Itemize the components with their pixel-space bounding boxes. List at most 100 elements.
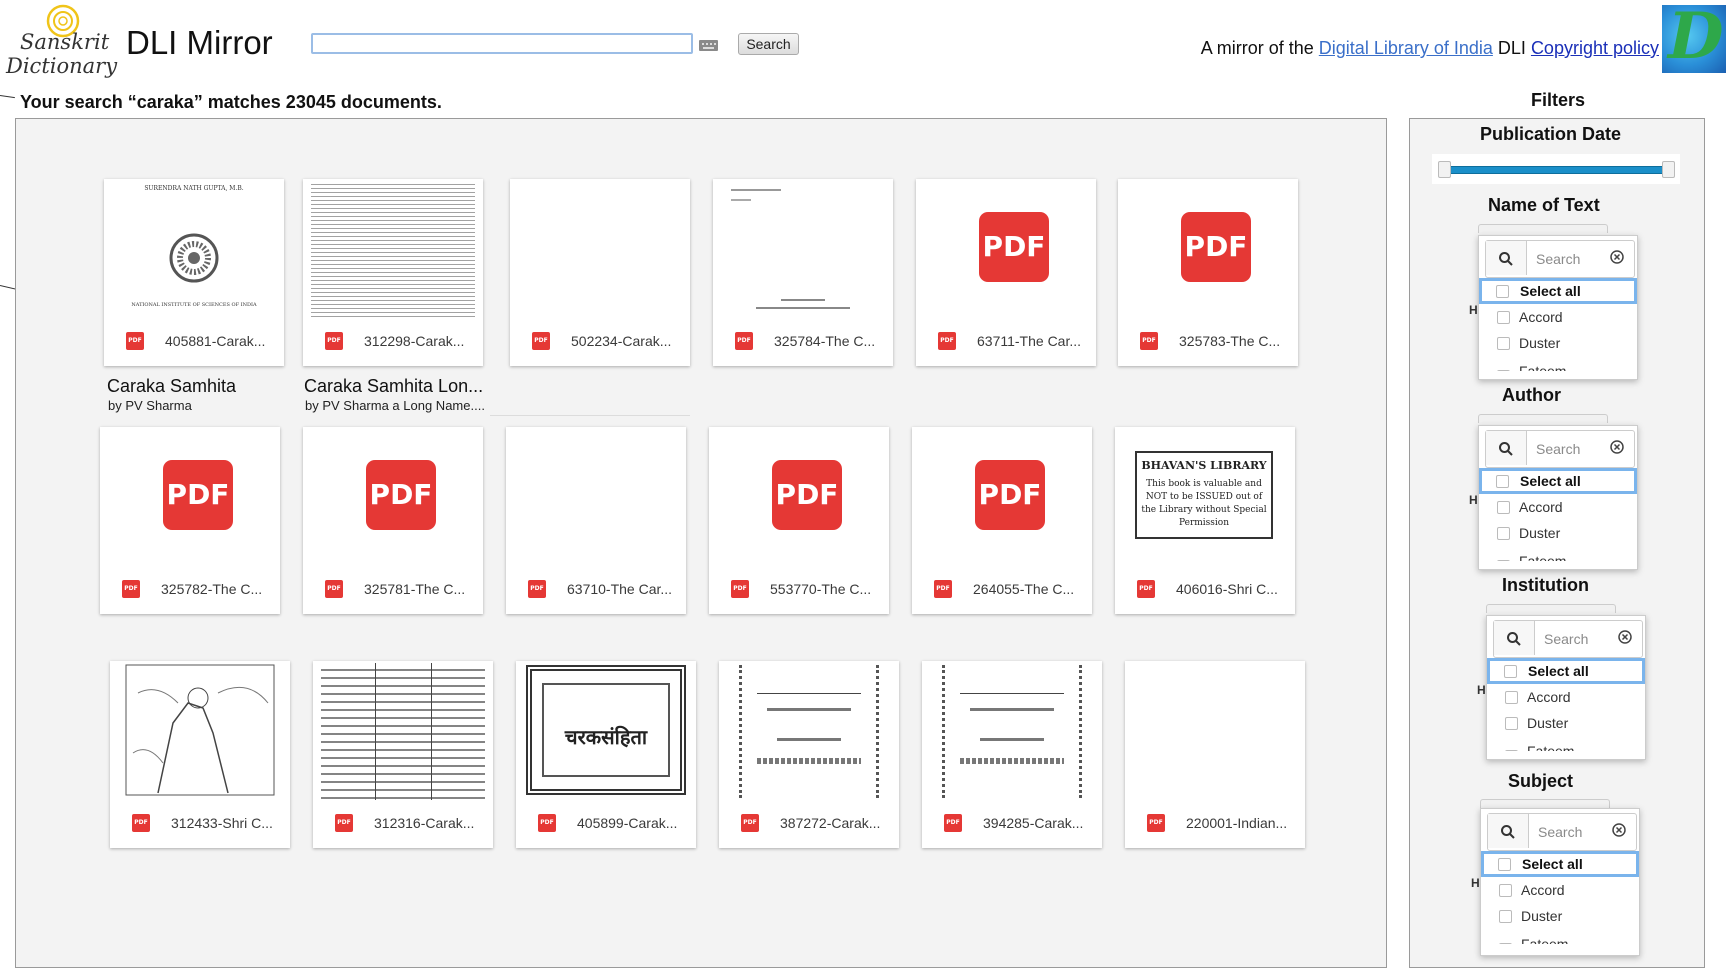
checkbox[interactable]	[1496, 475, 1509, 488]
checkbox[interactable]	[1504, 665, 1517, 678]
result-card[interactable]: PDF 502234-Carak...	[510, 179, 690, 366]
result-card[interactable]: PDF 312298-Carak...	[303, 179, 483, 366]
dropdown-toggle[interactable]	[1480, 799, 1610, 808]
option-duster[interactable]: Duster	[1489, 710, 1643, 736]
checkbox[interactable]	[1497, 337, 1510, 350]
checkbox[interactable]	[1497, 501, 1510, 514]
option-accord[interactable]: Accord	[1481, 494, 1635, 520]
option-accord[interactable]: Accord	[1489, 684, 1643, 710]
result-card[interactable]: PDF 312316-Carak...	[313, 661, 493, 848]
pdf-large-icon: PDF	[163, 460, 233, 530]
option-fateem[interactable]: Fateem	[1483, 936, 1637, 944]
checkbox[interactable]	[1498, 858, 1511, 871]
option-select-all[interactable]: Select all	[1479, 278, 1637, 304]
result-card[interactable]: PDF 394285-Carak...	[922, 661, 1102, 848]
checkbox[interactable]	[1496, 285, 1509, 298]
slider-handle-max[interactable]	[1662, 161, 1675, 178]
card-label[interactable]: 312433-Shri C...	[171, 814, 287, 832]
card-label[interactable]: 325782-The C...	[161, 580, 277, 598]
result-card[interactable]: SURENDRA NATH GUPTA, M.B. NATIONAL INSTI…	[104, 179, 284, 366]
option-fateem[interactable]: Fateem	[1489, 743, 1643, 751]
option-fateem[interactable]: Fateem	[1481, 553, 1635, 561]
result-card[interactable]: PDF 387272-Carak...	[719, 661, 899, 848]
clear-icon[interactable]	[1618, 630, 1632, 644]
card-label[interactable]: 405881-Carak...	[165, 332, 281, 350]
result-card[interactable]: चरकसंहिता PDF 405899-Carak...	[516, 661, 696, 848]
card-label[interactable]: 312316-Carak...	[374, 814, 490, 832]
emblem-bottom-text: NATIONAL INSTITUTE OF SCIENCES OF INDIA	[131, 302, 257, 308]
option-duster[interactable]: Duster	[1481, 330, 1635, 356]
card-label[interactable]: 325781-The C...	[364, 580, 480, 598]
option-fateem[interactable]: Fateem	[1481, 363, 1635, 371]
dli-logo[interactable]: D	[1662, 0, 1726, 74]
result-card[interactable]: PDF PDF 325782-The C...	[100, 427, 280, 614]
checkbox[interactable]	[1505, 717, 1518, 730]
option-select-all[interactable]: Select all	[1487, 658, 1645, 684]
sanskrit-dictionary-logo[interactable]: Sanskrit Dictionary	[4, 2, 117, 78]
card-label[interactable]: 264055-The C...	[973, 580, 1089, 598]
result-card[interactable]: PDF 312433-Shri C...	[110, 661, 290, 848]
option-duster[interactable]: Duster	[1481, 520, 1635, 546]
result-card[interactable]: PDF 325784-The C...	[713, 179, 893, 366]
dropdown-toggle[interactable]	[1478, 224, 1608, 233]
thumbnail-pdf: PDF	[311, 429, 475, 566]
option-select-all[interactable]: Select all	[1479, 468, 1637, 494]
card-label[interactable]: 502234-Carak...	[571, 332, 687, 350]
checkbox[interactable]	[1499, 943, 1512, 944]
search-placeholder[interactable]: Search	[1538, 824, 1582, 840]
thumbnail-pdf: PDF	[717, 429, 881, 566]
result-card[interactable]: PDF PDF 325781-The C...	[303, 427, 483, 614]
publication-date-slider[interactable]	[1432, 154, 1680, 184]
search-placeholder[interactable]: Search	[1536, 441, 1580, 457]
option-select-all[interactable]: Select all	[1481, 851, 1639, 877]
result-card[interactable]: PDF PDF 553770-The C...	[709, 427, 889, 614]
result-card[interactable]: PDF 63710-The Car...	[506, 427, 686, 614]
copyright-policy-link[interactable]: Copyright policy	[1531, 38, 1659, 58]
result-card[interactable]: PDF PDF 63711-The Car...	[916, 179, 1096, 366]
search-input[interactable]	[311, 33, 693, 54]
search-placeholder[interactable]: Search	[1544, 631, 1588, 647]
dli-link[interactable]: Digital Library of India	[1319, 38, 1493, 58]
checkbox[interactable]	[1497, 560, 1510, 561]
result-card[interactable]: PDF PDF 325783-The C...	[1118, 179, 1298, 366]
emblem-top-text: SURENDRA NATH GUPTA, M.B.	[144, 185, 244, 192]
card-label[interactable]: 312298-Carak...	[364, 332, 480, 350]
card-label[interactable]: 553770-The C...	[770, 580, 886, 598]
card-label[interactable]: 220001-Indian...	[1186, 814, 1302, 832]
card-label[interactable]: 325783-The C...	[1179, 332, 1295, 350]
card-label[interactable]: 394285-Carak...	[983, 814, 1099, 832]
card-label[interactable]: 63711-The Car...	[977, 332, 1093, 350]
checkbox[interactable]	[1497, 370, 1510, 371]
checkbox[interactable]	[1499, 884, 1512, 897]
result-card[interactable]: PDF PDF 264055-The C...	[912, 427, 1092, 614]
clear-icon[interactable]	[1610, 440, 1624, 454]
checkbox[interactable]	[1497, 527, 1510, 540]
checkbox[interactable]	[1505, 750, 1518, 751]
book-title[interactable]: Caraka Samhita Lon...	[304, 376, 483, 397]
option-accord[interactable]: Accord	[1483, 877, 1637, 903]
slider-track	[1448, 166, 1668, 174]
card-label[interactable]: 406016-Shri C...	[1176, 580, 1292, 598]
option-accord[interactable]: Accord	[1481, 304, 1635, 330]
search-button[interactable]: Search	[738, 33, 799, 55]
result-card[interactable]: BHAVAN'S LIBRARY This book is valuable a…	[1115, 427, 1295, 614]
card-label[interactable]: 387272-Carak...	[780, 814, 896, 832]
book-title[interactable]: Caraka Samhita	[107, 376, 236, 397]
card-label[interactable]: 405899-Carak...	[577, 814, 693, 832]
slider-handle-min[interactable]	[1438, 161, 1451, 178]
clear-icon[interactable]	[1612, 823, 1626, 837]
dropdown-toggle[interactable]	[1478, 414, 1608, 423]
clear-icon[interactable]	[1610, 250, 1624, 264]
card-label[interactable]: 325784-The C...	[774, 332, 890, 350]
option-duster[interactable]: Duster	[1483, 903, 1637, 929]
result-card[interactable]: PDF 220001-Indian...	[1125, 661, 1305, 848]
keyboard-icon[interactable]	[699, 40, 718, 51]
checkbox[interactable]	[1499, 910, 1512, 923]
search-placeholder[interactable]: Search	[1536, 251, 1580, 267]
checkbox[interactable]	[1505, 691, 1518, 704]
card-label[interactable]: 63710-The Car...	[567, 580, 683, 598]
dropdown-toggle[interactable]	[1486, 604, 1616, 613]
pdf-large-icon: PDF	[975, 460, 1045, 530]
checkbox[interactable]	[1497, 311, 1510, 324]
pdf-icon: PDF	[731, 580, 749, 598]
